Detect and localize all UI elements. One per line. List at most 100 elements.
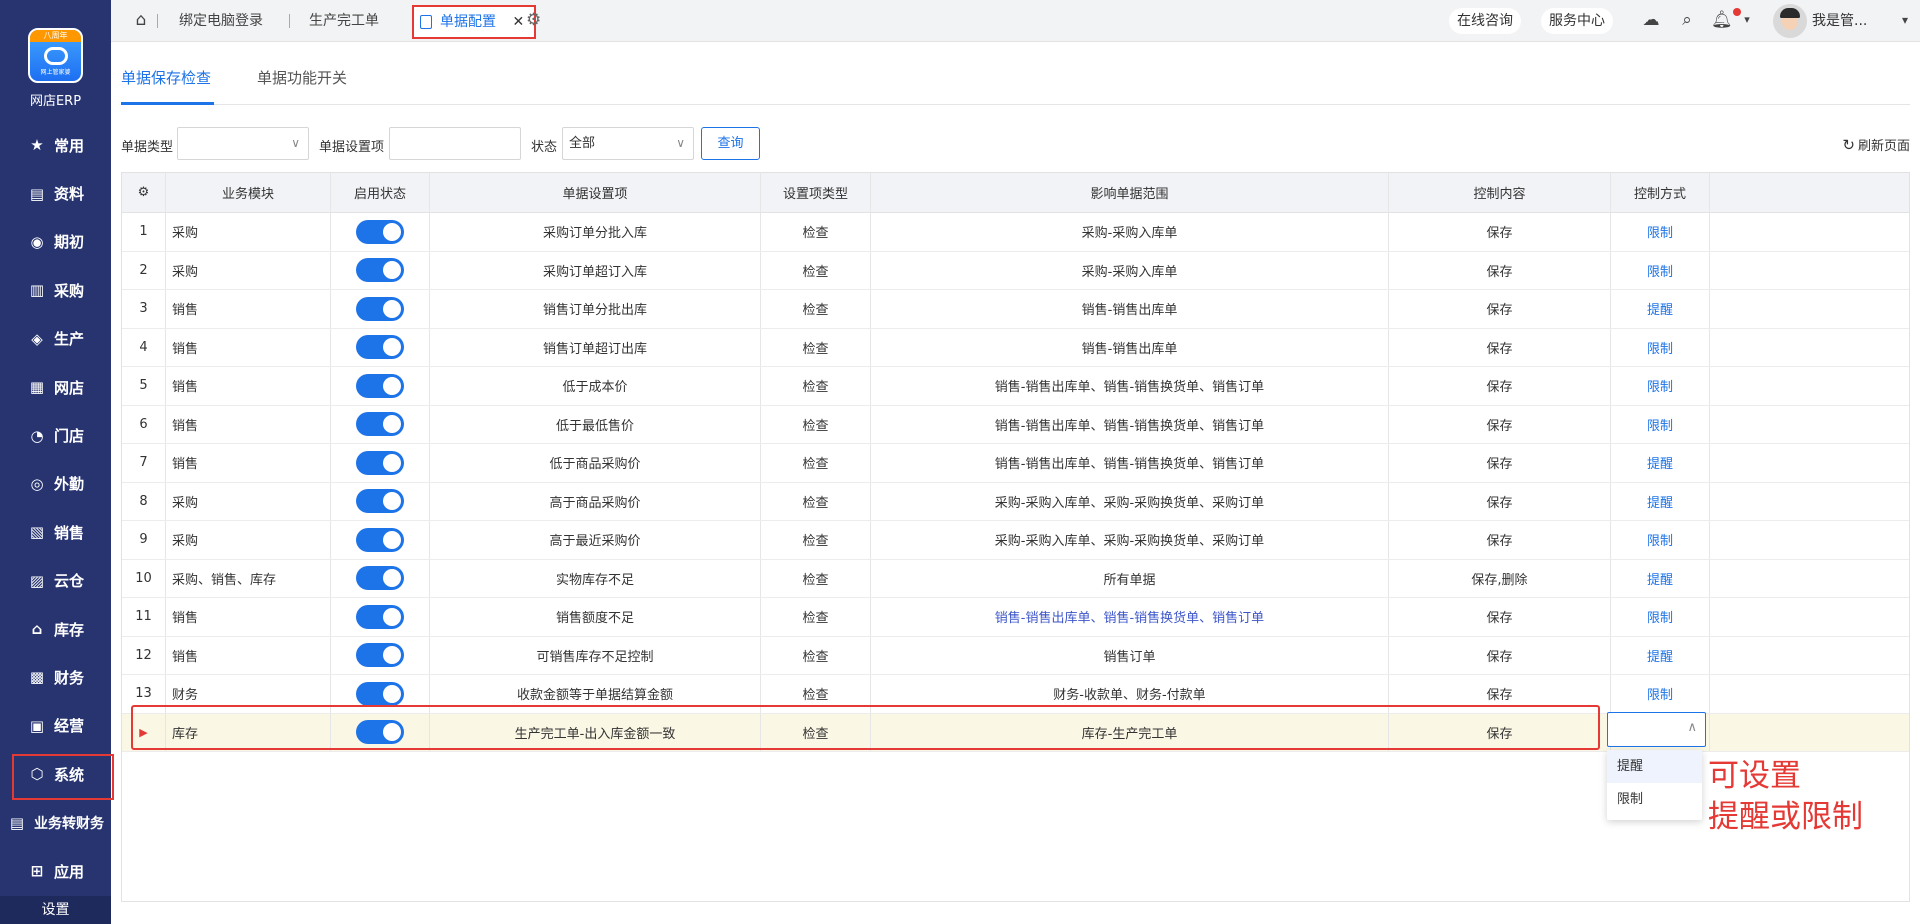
- chevron-down-icon[interactable]: ▾: [1895, 10, 1915, 30]
- tab-document-config[interactable]: 单据配置 ✕: [412, 5, 537, 39]
- close-icon[interactable]: ✕: [512, 14, 524, 30]
- search-icon[interactable]: ⌕: [1677, 10, 1697, 30]
- enable-toggle[interactable]: [356, 373, 404, 398]
- status-value: 全部: [569, 136, 596, 151]
- setting-type-cell: 检查: [761, 675, 871, 713]
- table-row[interactable]: 1 采购 采购订单分批入库 检查 采购-采购入库单 保存 限制: [122, 213, 1909, 252]
- service-center-button[interactable]: 服务中心: [1541, 8, 1613, 34]
- annotation-line-1: 可设置: [1708, 758, 1801, 794]
- control-content-cell: 保存: [1389, 598, 1611, 636]
- setting-type-cell: 检查: [761, 328, 871, 366]
- cloud-download-icon[interactable]: ☁: [1641, 10, 1661, 30]
- table-row[interactable]: 8 采购 高于商品采购价 检查 采购-采购入库单、采购-采购换货单、采购订单 保存 提醒: [122, 482, 1909, 521]
- row-number: 13: [122, 675, 166, 713]
- enable-toggle[interactable]: [356, 604, 404, 629]
- control-mode-cell[interactable]: 提醒: [1611, 444, 1710, 482]
- sidebar-item-business-to-finance[interactable]: ▤ 业务转财务: [0, 798, 111, 846]
- control-mode-cell[interactable]: 限制: [1611, 251, 1710, 289]
- enable-toggle[interactable]: [356, 258, 404, 283]
- bell-icon[interactable]: 🔔︎: [1711, 10, 1733, 30]
- enable-toggle[interactable]: [356, 296, 404, 321]
- operations-icon: ▣: [29, 716, 45, 735]
- table-header: ⚙ 业务模块 启用状态 单据设置项 设置项类型 影响单据范围 控制内容 控制方式: [122, 173, 1909, 213]
- table-row[interactable]: 3 销售 销售订单分批出库 检查 销售-销售出库单 保存 提醒: [122, 290, 1909, 329]
- control-mode-cell[interactable]: 限制: [1611, 521, 1710, 559]
- sidebar-item-operations[interactable]: ▣ 经营: [0, 702, 111, 750]
- status-select[interactable]: 全部 ∨: [562, 127, 694, 160]
- control-mode-cell[interactable]: 限制: [1611, 405, 1710, 443]
- username[interactable]: 我是管...: [1812, 0, 1867, 42]
- chevron-down-icon[interactable]: ▾: [1737, 10, 1757, 30]
- enable-toggle[interactable]: [356, 527, 404, 552]
- enable-toggle[interactable]: [356, 335, 404, 360]
- table-row[interactable]: 6 销售 低于最低售价 检查 销售-销售出库单、销售-销售换货单、销售订单 保存 限制: [122, 405, 1909, 444]
- option-remind[interactable]: 提醒: [1607, 750, 1702, 783]
- sidebar-item-sales[interactable]: ▧ 销售: [0, 508, 111, 556]
- enable-toggle[interactable]: [356, 219, 404, 244]
- control-mode-select[interactable]: ∧: [1607, 712, 1706, 747]
- tab-save-check[interactable]: 单据保存检查: [121, 67, 211, 88]
- table-row[interactable]: 7 销售 低于商品采购价 检查 销售-销售出库单、销售-销售换货单、销售订单 保存 提醒: [122, 444, 1909, 483]
- table-row[interactable]: 11 销售 销售额度不足 检查 销售-销售出库单、销售-销售换货单、销售订单 保存 限制: [122, 598, 1909, 637]
- control-mode-cell[interactable]: 提醒: [1611, 482, 1710, 520]
- sidebar-item-inventory[interactable]: ⌂ 库存: [0, 605, 111, 653]
- control-mode-cell[interactable]: 提醒: [1611, 290, 1710, 328]
- caret-right-icon: ▶: [139, 725, 148, 739]
- sidebar-item-purchase[interactable]: ▥ 采购: [0, 266, 111, 314]
- column-header: 控制方式: [1611, 173, 1710, 212]
- option-restrict[interactable]: 限制: [1607, 783, 1702, 816]
- gear-icon[interactable]: ⚙: [526, 11, 544, 29]
- table-row[interactable]: 13 财务 收款金额等于单据结算金额 检查 财务-收款单、财务-付款单 保存 限制: [122, 675, 1909, 714]
- tab-function-switch[interactable]: 单据功能开关: [257, 67, 347, 88]
- home-icon[interactable]: ⌂: [131, 10, 151, 30]
- table-row[interactable]: 12 销售 可销售库存不足控制 检查 销售订单 保存 提醒: [122, 636, 1909, 675]
- sidebar-item-opening[interactable]: ◉ 期初: [0, 218, 111, 266]
- control-mode-cell[interactable]: 限制: [1611, 675, 1710, 713]
- sidebar-item-common[interactable]: ★ 常用: [0, 121, 111, 169]
- doc-type-select[interactable]: ∨: [177, 127, 309, 160]
- query-button[interactable]: 查询: [701, 127, 760, 160]
- tab-separator: [157, 14, 158, 28]
- sidebar-item-field[interactable]: ◎ 外勤: [0, 460, 111, 508]
- enable-toggle[interactable]: [356, 643, 404, 668]
- refresh-page-button[interactable]: ↻ 刷新页面: [1842, 135, 1910, 154]
- enable-toggle[interactable]: [356, 681, 404, 706]
- control-mode-cell[interactable]: 提醒: [1611, 559, 1710, 597]
- sidebar-item-data[interactable]: ▤ 资料: [0, 169, 111, 217]
- online-consult-button[interactable]: 在线咨询: [1449, 8, 1521, 34]
- sidebar-item-apps[interactable]: ⊞ 应用: [0, 847, 111, 895]
- refresh-label: 刷新页面: [1857, 139, 1910, 154]
- row-number: 6: [122, 405, 166, 443]
- sidebar-item-store[interactable]: ◔ 门店: [0, 411, 111, 459]
- enable-toggle[interactable]: [356, 720, 404, 745]
- table-row[interactable]: 5 销售 低于成本价 检查 销售-销售出库单、销售-销售换货单、销售订单 保存 限制: [122, 367, 1909, 406]
- column-settings-icon[interactable]: ⚙: [122, 173, 166, 212]
- setting-item-cell: 采购订单超订入库: [430, 251, 761, 289]
- setting-item-input[interactable]: [389, 127, 521, 160]
- control-mode-cell[interactable]: 限制: [1611, 367, 1710, 405]
- table-row[interactable]: 4 销售 销售订单超订出库 检查 销售-销售出库单 保存 限制: [122, 328, 1909, 367]
- table-row[interactable]: 9 采购 高于最近采购价 检查 采购-采购入库单、采购-采购换货单、采购订单 保存 限制: [122, 521, 1909, 560]
- table-row[interactable]: 2 采购 采购订单超订入库 检查 采购-采购入库单 保存 限制: [122, 251, 1909, 290]
- enable-toggle[interactable]: [356, 489, 404, 514]
- sidebar-item-cloud-warehouse[interactable]: ▨ 云仓: [0, 557, 111, 605]
- control-mode-cell[interactable]: 限制: [1611, 213, 1710, 251]
- control-mode-cell[interactable]: 提醒: [1611, 636, 1710, 674]
- tab-production-completion[interactable]: 生产完工单: [309, 0, 379, 42]
- table-row[interactable]: 10 采购、销售、库存 实物库存不足 检查 所有单据 保存,删除 提醒: [122, 559, 1909, 598]
- enable-toggle[interactable]: [356, 412, 404, 437]
- control-mode-cell[interactable]: 限制: [1611, 328, 1710, 366]
- sidebar-item-eshop[interactable]: ▦ 网店: [0, 363, 111, 411]
- enable-toggle[interactable]: [356, 566, 404, 591]
- settings-button[interactable]: 设置: [0, 896, 111, 924]
- control-mode-cell[interactable]: 限制: [1611, 598, 1710, 636]
- sidebar-item-production[interactable]: ◈ 生产: [0, 315, 111, 363]
- scope-cell: 采购-采购入库单、采购-采购换货单、采购订单: [871, 521, 1389, 559]
- enable-toggle[interactable]: [356, 450, 404, 475]
- tab-bind-computer-login[interactable]: 绑定电脑登录: [179, 0, 263, 42]
- module-cell: 销售: [166, 290, 331, 328]
- sidebar-item-finance[interactable]: ▩ 财务: [0, 653, 111, 701]
- sidebar-item-system[interactable]: ⬡ 系统: [0, 750, 114, 801]
- avatar[interactable]: [1773, 4, 1807, 38]
- control-content-cell: 保存: [1389, 444, 1611, 482]
